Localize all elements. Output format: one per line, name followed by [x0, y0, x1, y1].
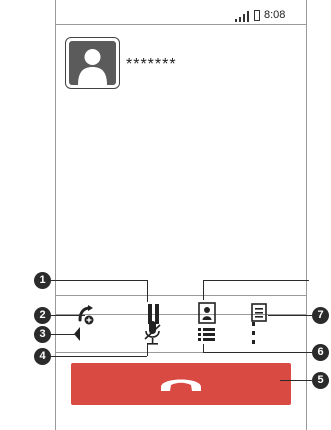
callout-6-line [203, 352, 312, 353]
callout-2: 2 [34, 307, 51, 324]
more-icon [252, 322, 255, 344]
status-bar: 8:08 [56, 8, 306, 25]
more-button[interactable] [246, 319, 286, 349]
signal-bars-icon [235, 11, 249, 22]
callout-3-line [51, 334, 77, 335]
callout-3: 3 [34, 326, 51, 343]
dialpad-icon [198, 328, 215, 341]
callout-7: 7 [312, 307, 329, 324]
mute-icon [144, 321, 161, 345]
mute-button[interactable] [136, 319, 176, 349]
callout-5-line [280, 380, 312, 381]
callout-7-top-line [203, 280, 309, 281]
callout-7-line [268, 315, 312, 316]
status-time: 8:08 [264, 9, 286, 21]
dialpad-button[interactable] [191, 319, 231, 349]
callout-7-top-leader [203, 280, 204, 300]
callout-1-leader [147, 280, 148, 302]
callout-6-leader [203, 344, 204, 352]
phone-screen: 8:08 ******* [55, 0, 307, 430]
end-call-icon [161, 379, 201, 391]
callout-1-line [51, 280, 147, 281]
callout-1: 1 [34, 272, 51, 289]
avatar [65, 37, 120, 89]
person-silhouette-icon [69, 41, 116, 85]
callout-5: 5 [312, 372, 329, 389]
callout-6: 6 [312, 344, 329, 361]
callout-2-line [51, 315, 85, 316]
controls-divider-top [56, 295, 306, 296]
callout-4-leader [147, 344, 148, 356]
battery-icon [254, 10, 260, 21]
callout-4: 4 [34, 348, 51, 365]
end-call-button[interactable] [71, 363, 291, 405]
callout-4-line [51, 356, 147, 357]
contact-name: ******* [126, 56, 177, 73]
